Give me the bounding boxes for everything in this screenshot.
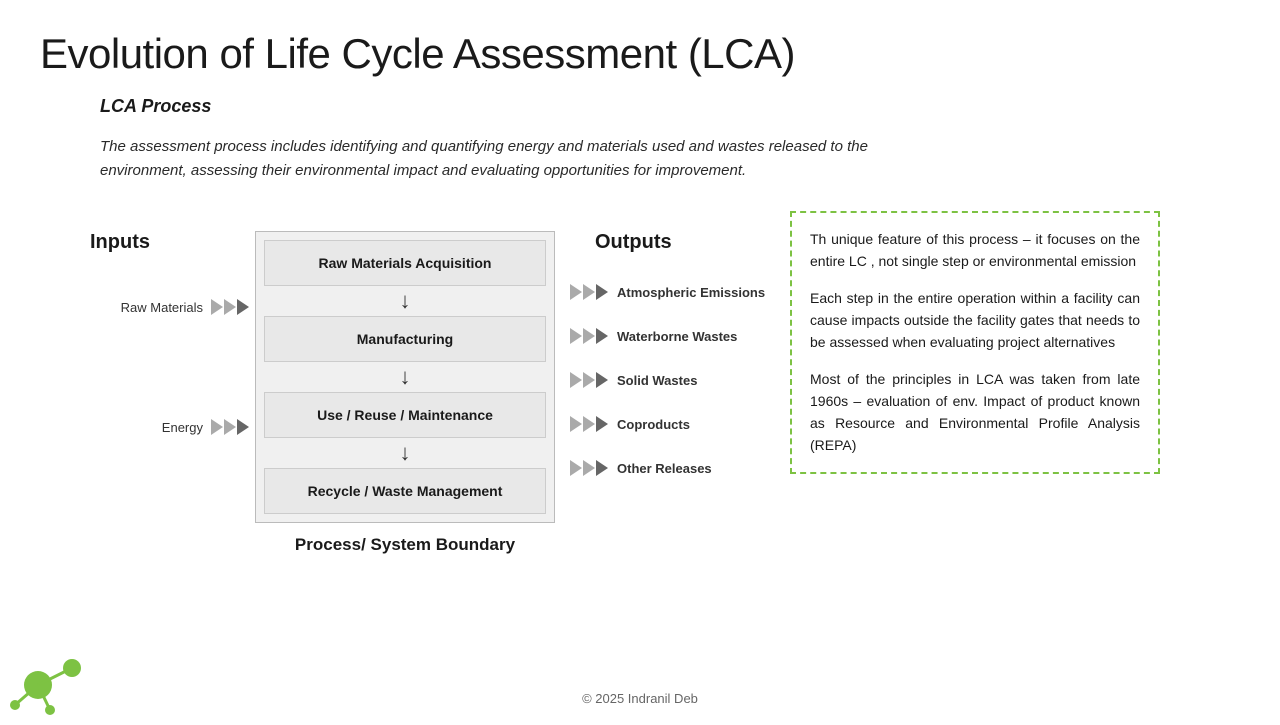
chevron-icon (237, 419, 249, 435)
output-row-1: Waterborne Wastes (570, 328, 737, 344)
input-arrow-raw-materials (211, 299, 250, 315)
chevron-icon (596, 372, 608, 388)
chevron-icon (211, 299, 223, 315)
process-arrow-3: ↓ (264, 438, 546, 468)
outputs-heading: Outputs (595, 231, 672, 254)
chevron-icon (570, 416, 582, 432)
chevron-icon (596, 284, 608, 300)
footer: © 2025 Indranil Deb (0, 691, 1280, 706)
output-label-3: Coproducts (617, 417, 690, 432)
chevron-icon (224, 419, 236, 435)
input-row-energy: Energy (80, 419, 250, 435)
output-label-0: Atmospheric Emissions (617, 285, 765, 300)
chevron-icon (570, 372, 582, 388)
chevron-icon (211, 419, 223, 435)
chevron-icon (583, 328, 595, 344)
process-arrow-2: ↓ (264, 362, 546, 392)
main-title: Evolution of Life Cycle Assessment (LCA) (40, 30, 1240, 78)
section-label: LCA Process (100, 96, 1240, 117)
chevron-icon (224, 299, 236, 315)
process-column: Raw Materials Acquisition ↓ Manufacturin… (250, 211, 560, 555)
output-label-1: Waterborne Wastes (617, 329, 737, 344)
chevron-icon (583, 284, 595, 300)
chevron-icon (237, 299, 249, 315)
output-arrow-0 (570, 284, 609, 300)
system-boundary-label: Process/ System Boundary (295, 535, 515, 555)
input-row-raw-materials: Raw Materials (80, 299, 250, 315)
process-boundary: Raw Materials Acquisition ↓ Manufacturin… (255, 231, 555, 523)
inputs-column: Inputs Raw Materials Energy (80, 211, 250, 479)
inputs-heading: Inputs (90, 231, 150, 254)
chevron-icon (583, 372, 595, 388)
output-row-0: Atmospheric Emissions (570, 284, 765, 300)
info-box: Th unique feature of this process – it f… (790, 211, 1160, 474)
chevron-icon (596, 416, 608, 432)
chevron-icon (570, 284, 582, 300)
input-label-raw-materials: Raw Materials (121, 300, 203, 315)
output-arrow-2 (570, 372, 609, 388)
chevron-icon (596, 460, 608, 476)
output-row-2: Solid Wastes (570, 372, 697, 388)
output-row-3: Coproducts (570, 416, 690, 432)
process-step-4: Recycle / Waste Management (264, 468, 546, 514)
diagram-area: Inputs Raw Materials Energy (80, 211, 1240, 555)
process-step-1: Raw Materials Acquisition (264, 240, 546, 286)
description: The assessment process includes identify… (100, 135, 920, 183)
decoration (0, 610, 110, 720)
output-arrow-1 (570, 328, 609, 344)
chevron-icon (596, 328, 608, 344)
outputs-column: Outputs Atmospheric Emissions Waterborne… (570, 211, 770, 504)
chevron-icon (570, 460, 582, 476)
info-paragraph-1: Each step in the entire operation within… (810, 288, 1140, 353)
info-paragraph-0: Th unique feature of this process – it f… (810, 229, 1140, 272)
input-arrow-energy (211, 419, 250, 435)
chevron-icon (583, 460, 595, 476)
output-row-4: Other Releases (570, 460, 712, 476)
process-step-2: Manufacturing (264, 316, 546, 362)
chevron-icon (570, 328, 582, 344)
output-arrow-3 (570, 416, 609, 432)
chevron-icon (583, 416, 595, 432)
output-label-4: Other Releases (617, 461, 712, 476)
page: Evolution of Life Cycle Assessment (LCA)… (0, 0, 1280, 720)
output-arrow-4 (570, 460, 609, 476)
info-paragraph-2: Most of the principles in LCA was taken … (810, 369, 1140, 456)
process-step-3: Use / Reuse / Maintenance (264, 392, 546, 438)
output-label-2: Solid Wastes (617, 373, 697, 388)
input-label-energy: Energy (162, 420, 203, 435)
process-arrow-1: ↓ (264, 286, 546, 316)
